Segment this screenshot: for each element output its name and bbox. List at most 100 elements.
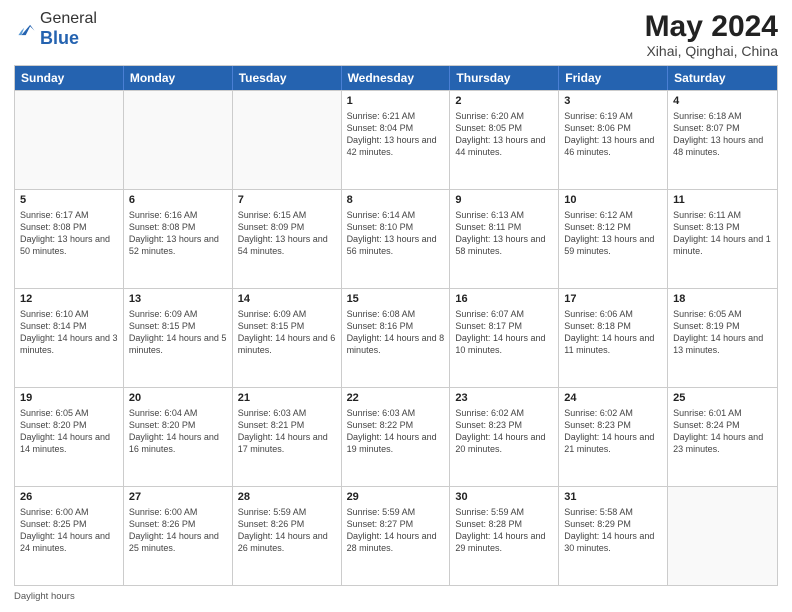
cell-sun-info: Sunrise: 6:03 AM Sunset: 8:21 PM Dayligh…	[238, 407, 336, 456]
cell-sun-info: Sunrise: 6:01 AM Sunset: 8:24 PM Dayligh…	[673, 407, 772, 456]
day-header-friday: Friday	[559, 66, 668, 90]
logo-general: General	[40, 10, 97, 27]
cal-cell-27: 27 Sunrise: 6:00 AM Sunset: 8:26 PM Dayli…	[124, 487, 233, 585]
logo: General Blue	[14, 10, 97, 49]
cell-sun-info: Sunrise: 6:12 AM Sunset: 8:12 PM Dayligh…	[564, 209, 662, 258]
location-subtitle: Xihai, Qinghai, China	[645, 43, 778, 59]
cell-day-number: 26	[20, 491, 118, 503]
cell-day-number: 13	[129, 293, 227, 305]
cell-day-number: 28	[238, 491, 336, 503]
cell-sun-info: Sunrise: 6:17 AM Sunset: 8:08 PM Dayligh…	[20, 209, 118, 258]
cal-cell-13: 13 Sunrise: 6:09 AM Sunset: 8:15 PM Dayli…	[124, 289, 233, 387]
cal-row-4: 26Sunrise: 6:00 AM Sunset: 8:25 PM Dayli…	[15, 486, 777, 585]
cell-day-number: 7	[238, 194, 336, 206]
cal-cell-31: 31 Sunrise: 5:58 AM Sunset: 8:29 PM Dayli…	[559, 487, 668, 585]
cal-cell-3: 3Sunrise: 6:19 AM Sunset: 8:06 PM Daylig…	[559, 91, 668, 189]
cal-cell-19: 19 Sunrise: 6:05 AM Sunset: 8:20 PM Dayli…	[15, 388, 124, 486]
cal-cell-29: 29 Sunrise: 5:59 AM Sunset: 8:27 PM Dayli…	[342, 487, 451, 585]
cell-day-number: 2	[455, 95, 553, 107]
cell-day-number: 22	[347, 392, 445, 404]
footer-label: Daylight hours	[14, 591, 75, 602]
cal-cell-empty-0-2	[233, 91, 342, 189]
cal-cell-8: 8 Sunrise: 6:14 AM Sunset: 8:10 PM Daylig…	[342, 190, 451, 288]
cell-sun-info: Sunrise: 6:05 AM Sunset: 8:20 PM Dayligh…	[20, 407, 118, 456]
cell-sun-info: Sunrise: 5:59 AM Sunset: 8:27 PM Dayligh…	[347, 506, 445, 555]
cell-day-number: 31	[564, 491, 662, 503]
footer: Daylight hours	[14, 591, 778, 602]
title-block: May 2024 Xihai, Qinghai, China	[645, 10, 778, 59]
cell-day-number: 6	[129, 194, 227, 206]
cell-day-number: 27	[129, 491, 227, 503]
logo-icon	[14, 19, 36, 41]
cal-row-0: 1 Sunrise: 6:21 AM Sunset: 8:04 PM Daylig…	[15, 90, 777, 189]
cell-sun-info: Sunrise: 6:00 AM Sunset: 8:26 PM Dayligh…	[129, 506, 227, 555]
cell-day-number: 1	[347, 95, 445, 107]
cell-sun-info: Sunrise: 5:59 AM Sunset: 8:28 PM Dayligh…	[455, 506, 553, 555]
cell-day-number: 10	[564, 194, 662, 206]
cell-sun-info: Sunrise: 6:09 AM Sunset: 8:15 PM Dayligh…	[238, 308, 336, 357]
cell-sun-info: Sunrise: 6:08 AM Sunset: 8:16 PM Dayligh…	[347, 308, 445, 357]
calendar: SundayMondayTuesdayWednesdayThursdayFrid…	[14, 65, 778, 586]
cell-sun-info: Sunrise: 6:19 AM Sunset: 8:06 PM Dayligh…	[564, 110, 662, 159]
cal-cell-9: 9 Sunrise: 6:13 AM Sunset: 8:11 PM Daylig…	[450, 190, 559, 288]
cell-day-number: 29	[347, 491, 445, 503]
cell-day-number: 12	[20, 293, 118, 305]
day-header-wednesday: Wednesday	[342, 66, 451, 90]
cell-day-number: 19	[20, 392, 118, 404]
cal-cell-empty-0-1	[124, 91, 233, 189]
cal-cell-11: 11Sunrise: 6:11 AM Sunset: 8:13 PM Dayli…	[668, 190, 777, 288]
cell-sun-info: Sunrise: 6:10 AM Sunset: 8:14 PM Dayligh…	[20, 308, 118, 357]
cell-sun-info: Sunrise: 5:58 AM Sunset: 8:29 PM Dayligh…	[564, 506, 662, 555]
cal-cell-18: 18Sunrise: 6:05 AM Sunset: 8:19 PM Dayli…	[668, 289, 777, 387]
cal-cell-15: 15 Sunrise: 6:08 AM Sunset: 8:16 PM Dayli…	[342, 289, 451, 387]
day-header-sunday: Sunday	[15, 66, 124, 90]
cal-cell-12: 12 Sunrise: 6:10 AM Sunset: 8:14 PM Dayli…	[15, 289, 124, 387]
cell-sun-info: Sunrise: 6:16 AM Sunset: 8:08 PM Dayligh…	[129, 209, 227, 258]
cal-cell-4: 4Sunrise: 6:18 AM Sunset: 8:07 PM Daylig…	[668, 91, 777, 189]
cal-row-2: 12 Sunrise: 6:10 AM Sunset: 8:14 PM Dayli…	[15, 288, 777, 387]
cell-day-number: 30	[455, 491, 553, 503]
cell-day-number: 24	[564, 392, 662, 404]
cell-day-number: 9	[455, 194, 553, 206]
cal-cell-22: 22 Sunrise: 6:03 AM Sunset: 8:22 PM Dayli…	[342, 388, 451, 486]
cell-day-number: 17	[564, 293, 662, 305]
cell-day-number: 5	[20, 194, 118, 206]
cell-day-number: 11	[673, 194, 772, 206]
cal-cell-empty-4-6	[668, 487, 777, 585]
cell-sun-info: Sunrise: 6:21 AM Sunset: 8:04 PM Dayligh…	[347, 110, 445, 159]
cell-day-number: 8	[347, 194, 445, 206]
cell-sun-info: Sunrise: 6:15 AM Sunset: 8:09 PM Dayligh…	[238, 209, 336, 258]
cal-row-1: 5 Sunrise: 6:17 AM Sunset: 8:08 PM Daylig…	[15, 189, 777, 288]
cell-day-number: 4	[673, 95, 772, 107]
cal-cell-21: 21Sunrise: 6:03 AM Sunset: 8:21 PM Dayli…	[233, 388, 342, 486]
cell-day-number: 14	[238, 293, 336, 305]
cell-sun-info: Sunrise: 6:05 AM Sunset: 8:19 PM Dayligh…	[673, 308, 772, 357]
cal-cell-30: 30 Sunrise: 5:59 AM Sunset: 8:28 PM Dayli…	[450, 487, 559, 585]
cell-sun-info: Sunrise: 6:13 AM Sunset: 8:11 PM Dayligh…	[455, 209, 553, 258]
cal-cell-25: 25 Sunrise: 6:01 AM Sunset: 8:24 PM Dayli…	[668, 388, 777, 486]
cal-cell-6: 6 Sunrise: 6:16 AM Sunset: 8:08 PM Daylig…	[124, 190, 233, 288]
cell-sun-info: Sunrise: 6:03 AM Sunset: 8:22 PM Dayligh…	[347, 407, 445, 456]
cal-row-3: 19 Sunrise: 6:05 AM Sunset: 8:20 PM Dayli…	[15, 387, 777, 486]
cell-day-number: 25	[673, 392, 772, 404]
day-header-tuesday: Tuesday	[233, 66, 342, 90]
cell-sun-info: Sunrise: 6:04 AM Sunset: 8:20 PM Dayligh…	[129, 407, 227, 456]
calendar-body: 1 Sunrise: 6:21 AM Sunset: 8:04 PM Daylig…	[15, 90, 777, 585]
cell-sun-info: Sunrise: 6:14 AM Sunset: 8:10 PM Dayligh…	[347, 209, 445, 258]
cell-day-number: 15	[347, 293, 445, 305]
cal-cell-26: 26Sunrise: 6:00 AM Sunset: 8:25 PM Dayli…	[15, 487, 124, 585]
cal-cell-20: 20Sunrise: 6:04 AM Sunset: 8:20 PM Dayli…	[124, 388, 233, 486]
cal-cell-14: 14 Sunrise: 6:09 AM Sunset: 8:15 PM Dayli…	[233, 289, 342, 387]
cell-sun-info: Sunrise: 6:09 AM Sunset: 8:15 PM Dayligh…	[129, 308, 227, 357]
cal-cell-2: 2Sunrise: 6:20 AM Sunset: 8:05 PM Daylig…	[450, 91, 559, 189]
cal-cell-23: 23Sunrise: 6:02 AM Sunset: 8:23 PM Dayli…	[450, 388, 559, 486]
logo-blue: Blue	[40, 28, 79, 48]
cell-sun-info: Sunrise: 6:06 AM Sunset: 8:18 PM Dayligh…	[564, 308, 662, 357]
cell-day-number: 16	[455, 293, 553, 305]
day-header-saturday: Saturday	[668, 66, 777, 90]
cell-sun-info: Sunrise: 5:59 AM Sunset: 8:26 PM Dayligh…	[238, 506, 336, 555]
calendar-header: SundayMondayTuesdayWednesdayThursdayFrid…	[15, 66, 777, 90]
cal-cell-24: 24Sunrise: 6:02 AM Sunset: 8:23 PM Dayli…	[559, 388, 668, 486]
cal-cell-16: 16Sunrise: 6:07 AM Sunset: 8:17 PM Dayli…	[450, 289, 559, 387]
month-title: May 2024	[645, 10, 778, 43]
